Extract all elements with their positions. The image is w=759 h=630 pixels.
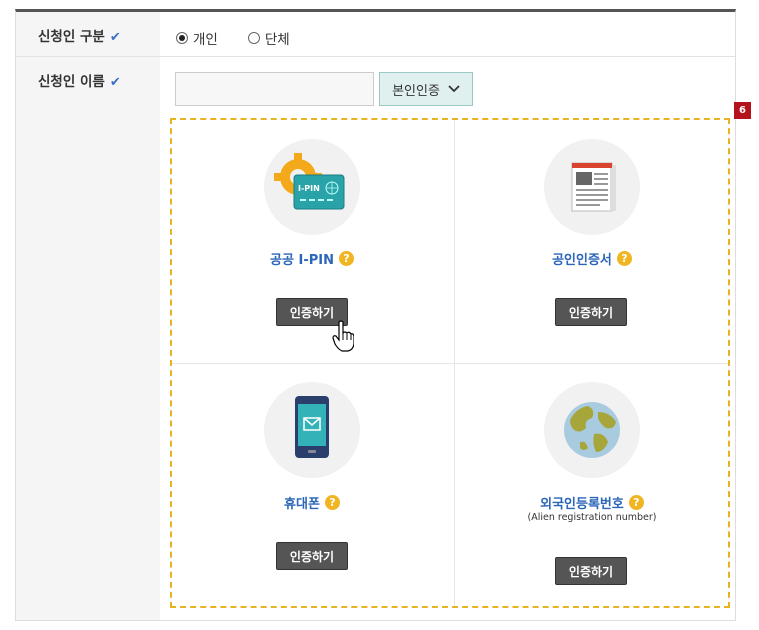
alien-registration-title: 외국인등록번호 xyxy=(540,497,624,512)
applicant-type-label: 신청인 구분 ✔ xyxy=(38,25,121,45)
applicant-type-radio-group: 개인 단체 xyxy=(176,28,320,48)
help-icon[interactable]: ? xyxy=(628,495,644,510)
auth-method-title: 공공 I-PIN ? xyxy=(172,249,452,268)
ipin-card-icon: I-PIN xyxy=(264,139,360,235)
radio-selected-icon[interactable] xyxy=(176,32,188,44)
applicant-name-input[interactable] xyxy=(175,72,374,106)
radio-individual-label: 개인 xyxy=(193,32,218,48)
step-badge: 6 xyxy=(734,102,751,119)
hand-cursor-icon xyxy=(332,320,354,352)
radio-group[interactable]: 단체 xyxy=(247,28,290,48)
application-form: 신청인 구분 ✔ 신청인 이름 ✔ 개인 단체 본인인증 6 I-PIN 공공 … xyxy=(15,9,751,621)
label-column xyxy=(16,12,160,620)
help-icon[interactable]: ? xyxy=(324,495,340,510)
applicant-type-label-text: 신청인 구분 xyxy=(38,29,105,45)
required-check-icon: ✔ xyxy=(109,30,121,45)
help-icon[interactable]: ? xyxy=(616,251,632,266)
applicant-name-label-text: 신청인 이름 xyxy=(38,74,105,90)
auth-method-title: 공인인증서 ? xyxy=(452,249,732,268)
mobile-phone-icon xyxy=(264,382,360,478)
help-icon[interactable]: ? xyxy=(338,251,354,266)
globe-icon xyxy=(544,382,640,478)
ipin-title: 공공 I-PIN xyxy=(270,253,334,268)
identity-verification-select-label: 본인인증 xyxy=(392,83,440,99)
row-divider xyxy=(16,56,735,57)
certificate-title: 공인인증서 xyxy=(552,253,612,268)
identity-verification-select[interactable]: 본인인증 xyxy=(379,72,473,106)
alien-registration-verify-button[interactable]: 인증하기 xyxy=(555,557,627,585)
auth-methods-grid: I-PIN 공공 I-PIN ? 인증하기 공인인증서 ? 인증하기 휴대폰 ?… xyxy=(170,118,730,608)
chevron-down-icon xyxy=(448,85,460,93)
auth-method-title: 외국인등록번호 ? xyxy=(452,493,732,512)
certificate-verify-button[interactable]: 인증하기 xyxy=(555,298,627,326)
auth-method-title: 휴대폰 ? xyxy=(172,493,452,512)
mobile-verify-button[interactable]: 인증하기 xyxy=(276,542,348,570)
radio-individual[interactable]: 개인 xyxy=(176,28,218,48)
auth-method-mobile: 휴대폰 ? 인증하기 xyxy=(172,364,452,606)
alien-registration-subtitle: (Alien registration number) xyxy=(527,512,657,523)
mobile-title: 휴대폰 xyxy=(284,497,320,512)
radio-unselected-icon[interactable] xyxy=(247,32,260,44)
certificate-document-icon xyxy=(544,139,640,235)
radio-group-label: 단체 xyxy=(264,32,290,48)
required-check-icon: ✔ xyxy=(109,75,121,90)
auth-method-ipin: I-PIN 공공 I-PIN ? 인증하기 xyxy=(172,120,452,362)
auth-method-certificate: 공인인증서 ? 인증하기 xyxy=(452,120,732,362)
applicant-name-label: 신청인 이름 ✔ xyxy=(38,70,121,90)
ipin-card-text: I-PIN xyxy=(298,184,320,193)
auth-method-alien-registration: 외국인등록번호 ? (Alien registration number) 인증… xyxy=(452,364,732,606)
